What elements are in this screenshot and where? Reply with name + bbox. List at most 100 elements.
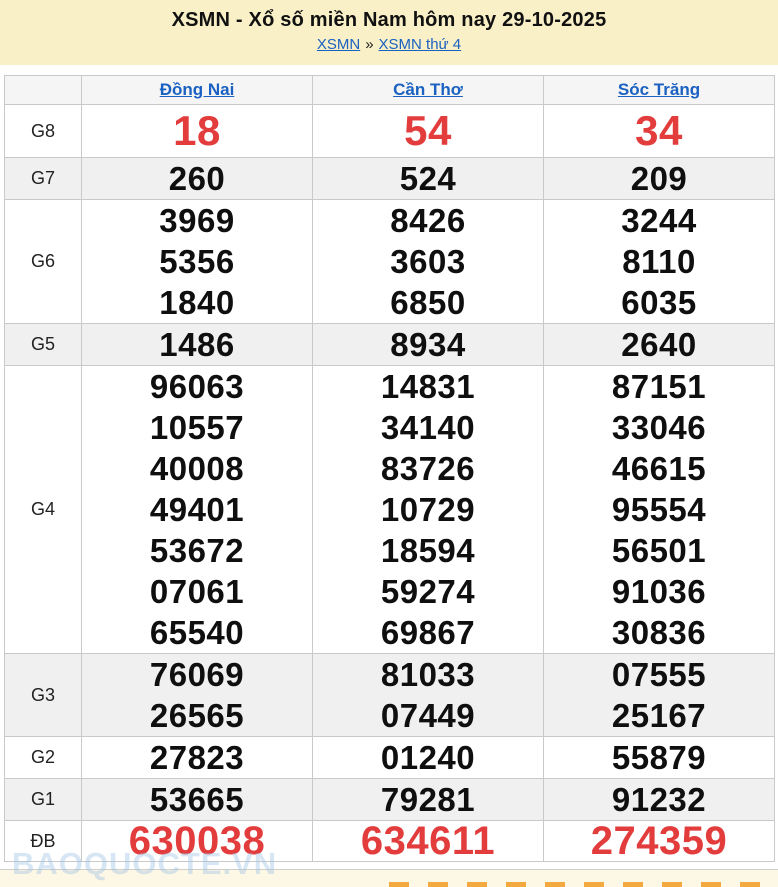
- prize-number: 55879: [611, 739, 707, 776]
- prize-number: 10729: [380, 491, 476, 528]
- prize-number: 5356: [159, 243, 235, 280]
- prize-number: 634611: [360, 819, 496, 863]
- breadcrumb: XSMN » XSMN thứ 4: [0, 36, 778, 53]
- prize-row-g4: G4 96063 10557 40008 49401 53672 07061 65540 148…: [4, 365, 775, 654]
- prize-values-cell: 87151 33046 46615 95554 56501 91036 30836: [543, 365, 775, 654]
- prize-number: 07555: [611, 656, 707, 693]
- prize-number: 1486: [159, 326, 235, 363]
- prize-values-cell: 209: [543, 157, 775, 200]
- prize-number: 2640: [621, 326, 697, 363]
- prize-number: 07449: [380, 697, 476, 734]
- prize-number: 91036: [611, 573, 707, 610]
- prize-number: 10557: [149, 409, 245, 446]
- prize-number: 14831: [380, 368, 476, 405]
- prize-values-cell: 524: [312, 157, 544, 200]
- prize-values-cell: 55879: [543, 736, 775, 779]
- province-link-soc-trang[interactable]: Sóc Trăng: [618, 80, 700, 99]
- province-link-can-tho[interactable]: Cần Thơ: [393, 80, 463, 99]
- prize-values-cell: 54: [312, 104, 544, 158]
- prize-values-cell: 260: [81, 157, 313, 200]
- prize-number: 46615: [611, 450, 707, 487]
- prize-number: 26565: [149, 697, 245, 734]
- prize-number: 91232: [611, 781, 707, 818]
- prize-number: 6035: [621, 284, 697, 321]
- prize-row-g8: G8 18 54 34: [4, 104, 775, 158]
- column-header-soc-trang: Sóc Trăng: [543, 75, 775, 105]
- prize-number: 274359: [590, 819, 728, 863]
- prize-number: 8110: [622, 243, 696, 280]
- prize-values-cell: 27823: [81, 736, 313, 779]
- prize-number: 76069: [149, 656, 245, 693]
- prize-number: 524: [399, 160, 457, 197]
- prize-number: 34140: [380, 409, 476, 446]
- lottery-results-table: Đồng Nai Cần Thơ Sóc Trăng G8 18 54 34 G7 260…: [4, 75, 775, 862]
- prize-label: ĐB: [4, 820, 82, 862]
- prize-number: 81033: [380, 656, 476, 693]
- prize-number: 209: [630, 160, 688, 197]
- column-header-dong-nai: Đồng Nai: [81, 75, 313, 105]
- prize-values-cell: 96063 10557 40008 49401 53672 07061 65540: [81, 365, 313, 654]
- corner-cell: [4, 75, 82, 105]
- prize-values-cell: 81033 07449: [312, 653, 544, 737]
- prize-number: 56501: [611, 532, 707, 569]
- prize-number: 1840: [159, 284, 235, 321]
- breadcrumb-link-xsmn-thu4[interactable]: XSMN thứ 4: [379, 36, 462, 53]
- prize-label: G3: [4, 653, 82, 737]
- prize-label: G2: [4, 736, 82, 779]
- prize-number: 96063: [149, 368, 245, 405]
- prize-number: 260: [168, 160, 226, 197]
- prize-label: G1: [4, 778, 82, 821]
- bottom-strip: [0, 869, 778, 887]
- prize-label: G5: [4, 323, 82, 366]
- prize-values-cell: 01240: [312, 736, 544, 779]
- prize-number: 59274: [380, 573, 476, 610]
- prize-values-cell: 3969 5356 1840: [81, 199, 313, 324]
- prize-row-g2: G2 27823 01240 55879: [4, 736, 775, 779]
- page-banner: XSMN - Xổ số miền Nam hôm nay 29-10-2025…: [0, 0, 778, 65]
- prize-row-g6: G6 3969 5356 1840 8426 3603 6850 3244 8110 6035: [4, 199, 775, 324]
- prize-row-g3: G3 76069 26565 81033 07449 07555 25167: [4, 653, 775, 737]
- prize-number: 07061: [149, 573, 245, 610]
- prize-number: 3969: [159, 202, 235, 239]
- prize-number: 6850: [390, 284, 466, 321]
- breadcrumb-link-xsmn[interactable]: XSMN: [317, 36, 360, 53]
- prize-number: 25167: [611, 697, 707, 734]
- breadcrumb-separator: »: [365, 36, 374, 53]
- prize-number: 95554: [611, 491, 707, 528]
- prize-number: 30836: [611, 614, 707, 651]
- prize-values-cell: 634611: [312, 819, 544, 863]
- prize-number: 18: [173, 107, 221, 154]
- prize-values-cell: 91232: [543, 778, 775, 821]
- prize-number: 33046: [611, 409, 707, 446]
- prize-values-cell: 8934: [312, 323, 544, 366]
- prize-label: G7: [4, 157, 82, 200]
- prize-values-cell: 53665: [81, 778, 313, 821]
- page-title: XSMN - Xổ số miền Nam hôm nay 29-10-2025: [171, 9, 607, 31]
- prize-row-đb: ĐB 630038 634611 274359: [4, 819, 775, 863]
- prize-number: 27823: [149, 739, 245, 776]
- prize-values-cell: 76069 26565: [81, 653, 313, 737]
- prize-values-cell: 14831 34140 83726 10729 18594 59274 69867: [312, 365, 544, 654]
- prize-values-cell: 79281: [312, 778, 544, 821]
- prize-number: 630038: [128, 819, 266, 863]
- prize-number: 01240: [380, 739, 476, 776]
- prize-number: 40008: [149, 450, 245, 487]
- prize-values-cell: 8426 3603 6850: [312, 199, 544, 324]
- prize-number: 3603: [390, 243, 466, 280]
- prize-number: 83726: [380, 450, 476, 487]
- prize-values-cell: 274359: [543, 819, 775, 863]
- prize-number: 79281: [380, 781, 476, 818]
- prize-values-cell: 3244 8110 6035: [543, 199, 775, 324]
- prize-values-cell: 18: [81, 104, 313, 158]
- prize-row-g5: G5 1486 8934 2640: [4, 323, 775, 366]
- prize-values-cell: 1486: [81, 323, 313, 366]
- prize-label: G4: [4, 365, 82, 654]
- orange-dashed-border: [389, 882, 778, 887]
- prize-number: 87151: [611, 368, 707, 405]
- prize-number: 8426: [390, 202, 466, 239]
- prize-number: 49401: [149, 491, 245, 528]
- table-header-row: Đồng Nai Cần Thơ Sóc Trăng: [4, 75, 775, 105]
- prize-number: 54: [404, 107, 452, 154]
- province-link-dong-nai[interactable]: Đồng Nai: [160, 80, 235, 99]
- prize-values-cell: 34: [543, 104, 775, 158]
